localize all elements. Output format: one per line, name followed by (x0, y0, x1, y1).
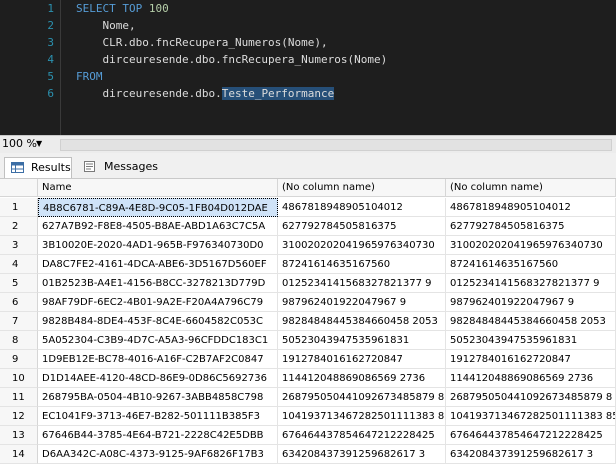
chevron-down-icon: ▼ (36, 139, 43, 148)
grid-cell[interactable]: EC1041F9-3713-46E7-B282-501111B385F3 (38, 407, 278, 426)
code-line-3: CLR.dbo.fncRecupera_Numeros(Nome), (76, 36, 328, 49)
grid-cell[interactable]: 268795050441092673485879 8 (278, 388, 446, 407)
line-number: 6 (47, 87, 54, 100)
grid-cell[interactable]: 268795050441092673485879 8 (446, 388, 616, 407)
keyword-select-top: SELECT TOP (76, 2, 149, 15)
grid-cell[interactable]: 627792784505816375 (446, 217, 616, 236)
row-number[interactable]: 8 (0, 331, 38, 350)
grid-cell[interactable]: 67646B44-3785-4E64-B721-2228C42E5DBB (38, 426, 278, 445)
grid-cell[interactable]: 987962401922047967 9 (446, 293, 616, 312)
grid-cell[interactable]: 634208437391259682617 3 (278, 445, 446, 464)
line-number: 2 (47, 19, 54, 32)
grid-cell[interactable]: 87241614635167560 (446, 255, 616, 274)
grid-cell[interactable]: 1912784016162720847 (278, 350, 446, 369)
grid-cell[interactable]: 114412048869086569 2736 (446, 369, 616, 388)
grid-cell[interactable]: 0125234141568327821377 9 (446, 274, 616, 293)
grid-cell[interactable]: 98284848445384660458 2053 (446, 312, 616, 331)
grid-cell[interactable]: 310020202041965976340730 (446, 236, 616, 255)
row-number[interactable]: 7 (0, 312, 38, 331)
grid-cell[interactable]: 634208437391259682617 3 (446, 445, 616, 464)
zoom-value: 100 % (2, 137, 37, 150)
grid-cell[interactable]: 3B10020E-2020-4AD1-965B-F976340730D0 (38, 236, 278, 255)
row-number[interactable]: 4 (0, 255, 38, 274)
grid-cell[interactable]: 4867818948905104012 (278, 198, 446, 217)
grid-cell[interactable]: 987962401922047967 9 (278, 293, 446, 312)
grid-cell[interactable]: 268795BA-0504-4B10-9267-3ABB4858C798 (38, 388, 278, 407)
row-number[interactable]: 12 (0, 407, 38, 426)
row-number[interactable]: 9 (0, 350, 38, 369)
grid-cell[interactable]: D1D14AEE-4120-48CD-86E9-0D86C5692736 (38, 369, 278, 388)
grid-cell[interactable]: 1D9EB12E-BC78-4016-A16F-C2B7AF2C0847 (38, 350, 278, 369)
collapse-guide (60, 0, 61, 135)
line-number: 5 (47, 70, 54, 83)
row-number[interactable]: 10 (0, 369, 38, 388)
grid-cell[interactable]: 50523043947535961831 (278, 331, 446, 350)
column-header[interactable]: (No column name) (446, 179, 616, 197)
row-number[interactable]: 14 (0, 445, 38, 464)
grid-cell[interactable]: 627A7B92-F8E8-4505-B8AE-ABD1A63C7C5A (38, 217, 278, 236)
grid-cell[interactable]: 676464437854647212228425 (278, 426, 446, 445)
row-number[interactable]: 6 (0, 293, 38, 312)
row-number[interactable]: 5 (0, 274, 38, 293)
grid-cell[interactable]: 9828B484-8DE4-453F-8C4E-6604582C053C (38, 312, 278, 331)
column-header[interactable]: Name (38, 179, 278, 197)
grid-cell[interactable]: D6AA342C-A08C-4373-9125-9AF6826F17B3 (38, 445, 278, 464)
tab-results[interactable]: Results (4, 157, 72, 178)
grid-cell[interactable]: 50523043947535961831 (446, 331, 616, 350)
results-grid[interactable]: Name (No column name) (No column name) 1 4B8… (0, 179, 616, 466)
messages-icon (84, 161, 95, 172)
selected-text: Teste_Performance (221, 87, 335, 100)
grid-cell[interactable]: 98AF79DF-6EC2-4B01-9A2E-F20A4A796C79 (38, 293, 278, 312)
column-header[interactable]: (No column name) (278, 179, 446, 197)
grid-cell[interactable]: 104193713467282501111383 853 (278, 407, 446, 426)
grid-cell[interactable]: 114412048869086569 2736 (278, 369, 446, 388)
grid-cell[interactable]: 4B8C6781-C89A-4E8D-9C05-1FB04D012DAE (38, 198, 278, 217)
line-number: 3 (47, 36, 54, 49)
tab-results-label: Results (31, 161, 71, 174)
zoom-dropdown[interactable]: 100 % ▼ (2, 137, 54, 151)
grid-cell[interactable]: 1912784016162720847 (446, 350, 616, 369)
grid-cell[interactable]: 310020202041965976340730 (278, 236, 446, 255)
code-line-5: FROM (76, 70, 103, 83)
grid-cell[interactable]: 5A052304-C3B9-4D7C-A5A3-96CFDDC183C1 (38, 331, 278, 350)
grid-cell[interactable]: 0125234141568327821377 9 (278, 274, 446, 293)
grid-cell[interactable]: 98284848445384660458 2053 (278, 312, 446, 331)
code-text: dirceuresende.dbo. (76, 87, 222, 100)
row-number[interactable]: 1 (0, 198, 38, 217)
grid-cell[interactable]: 87241614635167560 (278, 255, 446, 274)
code-line-4: dirceuresende.dbo.fncRecupera_Numeros(No… (76, 53, 388, 66)
results-tab-bar: Results Messages (0, 153, 616, 179)
line-number: 1 (47, 2, 54, 15)
code-line-6: dirceuresende.dbo.Teste_Performance (76, 85, 335, 102)
line-number: 4 (47, 53, 54, 66)
row-number[interactable]: 3 (0, 236, 38, 255)
row-number[interactable]: 2 (0, 217, 38, 236)
grid-cell[interactable]: 627792784505816375 (278, 217, 446, 236)
row-number[interactable]: 11 (0, 388, 38, 407)
sql-editor[interactable]: 1 2 3 4 5 6 SELECT TOP 100 Nome, CLR.dbo… (0, 0, 616, 135)
grid-cell[interactable]: 104193713467282501111383 853 (446, 407, 616, 426)
number-literal: 100 (148, 2, 169, 15)
code-line-1: SELECT TOP 100 (76, 0, 169, 17)
grid-cell[interactable]: 4867818948905104012 (446, 198, 616, 217)
grid-icon (11, 162, 24, 173)
code-line-2: Nome, (76, 19, 136, 32)
grid-cell[interactable]: DA8C7FE2-4161-4DCA-ABE6-3D5167D560EF (38, 255, 278, 274)
grid-cell[interactable]: 01B2523B-A4E1-4156-B8CC-3278213D779D (38, 274, 278, 293)
horizontal-scrollbar[interactable] (60, 139, 612, 151)
row-number[interactable]: 13 (0, 426, 38, 445)
zoom-bar: 100 % ▼ (0, 135, 616, 154)
grid-cell[interactable]: 676464437854647212228425 (446, 426, 616, 445)
tab-messages-label: Messages (104, 160, 158, 173)
tab-messages[interactable]: Messages (78, 157, 158, 177)
grid-corner-header[interactable] (0, 179, 38, 197)
